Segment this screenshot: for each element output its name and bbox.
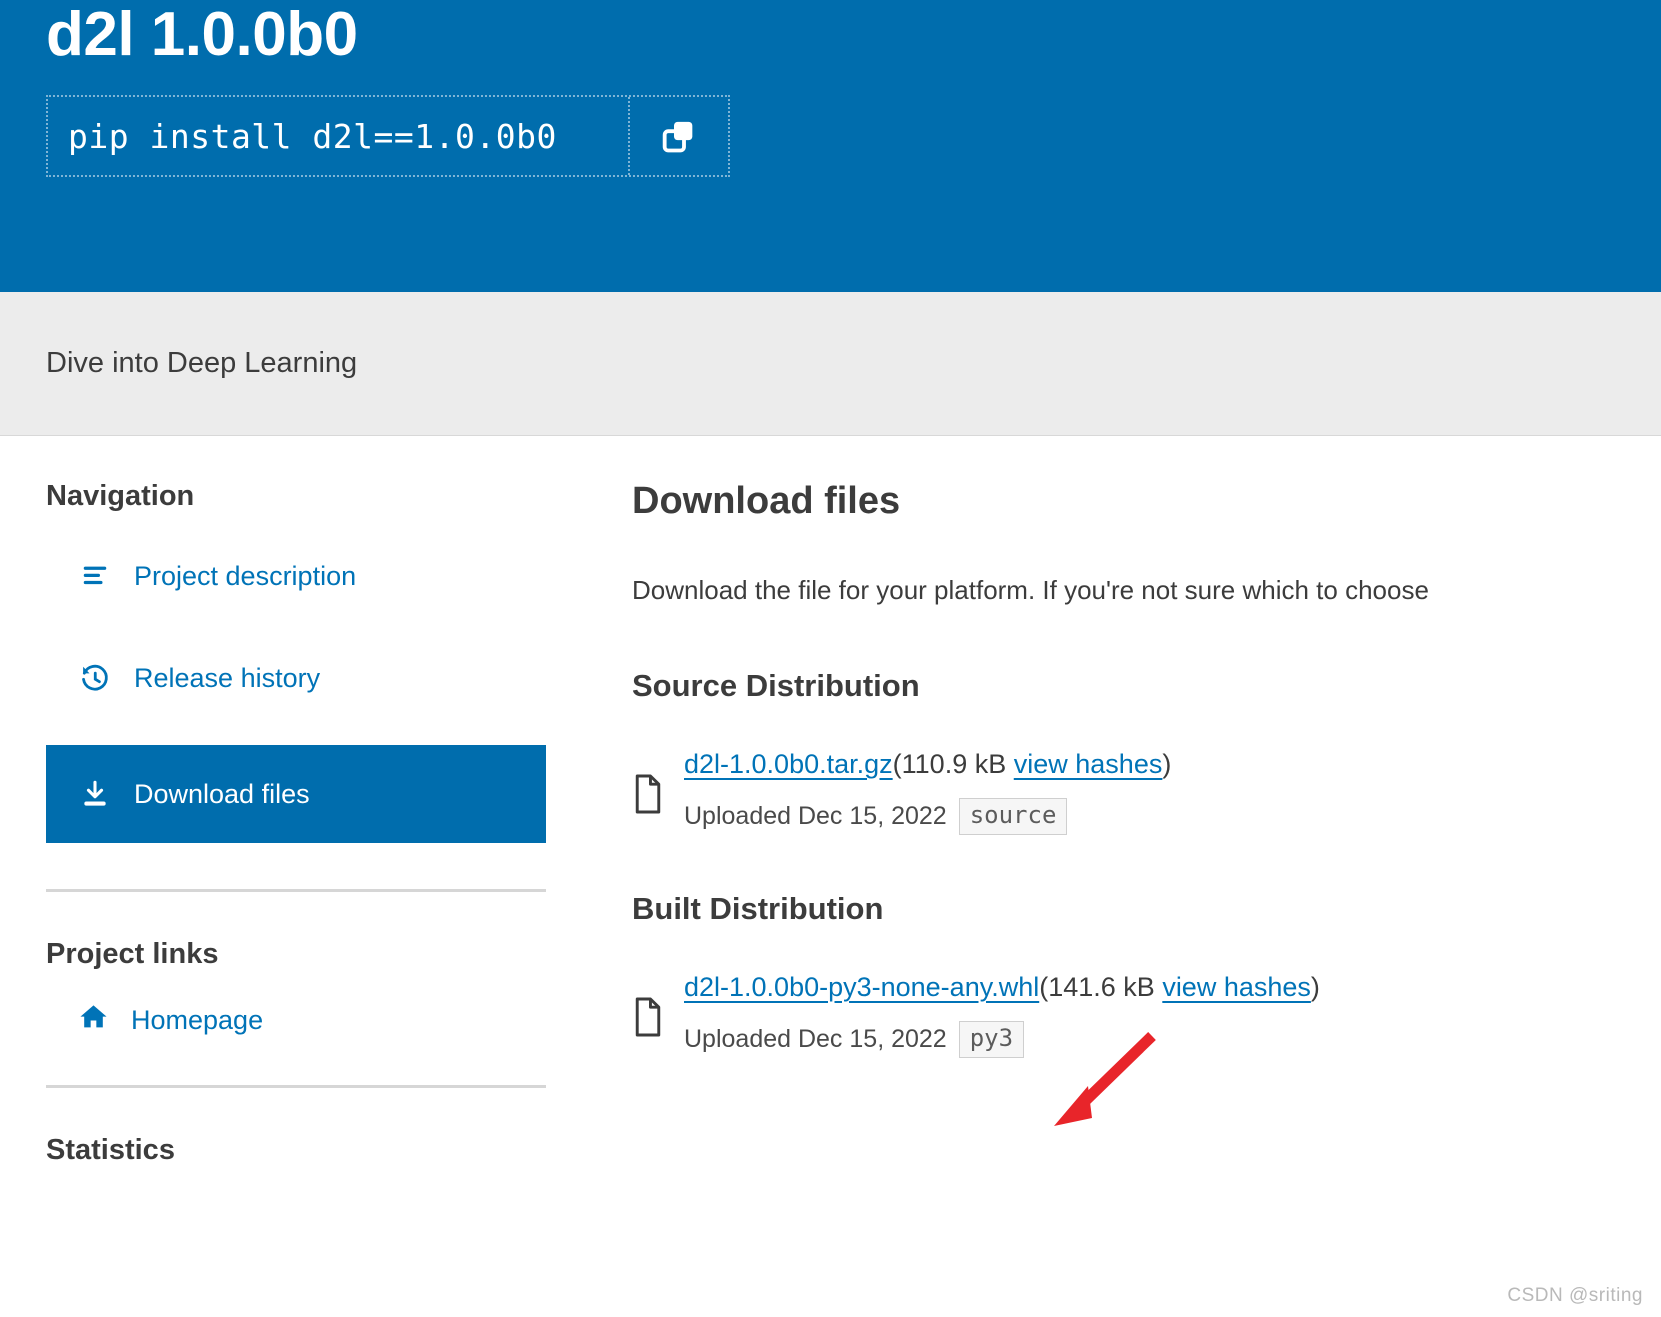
list-lines-icon-glyph	[83, 566, 107, 585]
navigation-heading: Navigation	[46, 480, 195, 512]
view-hashes-link[interactable]: view hashes	[1162, 972, 1311, 1002]
file-icon-glyph	[635, 774, 661, 814]
sidebar-divider-2	[46, 1085, 546, 1088]
status-badge: py3	[958, 1021, 1025, 1058]
list-lines-icon	[78, 561, 112, 591]
download-icon	[78, 778, 112, 810]
upload-meta: Uploaded Dec 15, 2022 py3	[684, 1021, 1661, 1058]
download-description: Download the file for your platform. If …	[632, 575, 1429, 605]
sidebar-item-download-files[interactable]: Download files	[46, 745, 546, 843]
file-details: d2l-1.0.0b0-py3-none-any.whl(141.6 kB vi…	[684, 969, 1661, 1058]
file-entry: d2l-1.0.0b0-py3-none-any.whl(141.6 kB vi…	[632, 969, 1661, 1058]
built-distribution-section: Built Distribution d2l-1.0.0b0-py3-none-…	[632, 891, 1661, 1058]
paren-close: )	[1162, 749, 1172, 779]
history-clock-icon-glyph	[82, 664, 108, 691]
sidebar-item-label: Download files	[134, 778, 310, 809]
sidebar-item-release-history[interactable]: Release history	[46, 643, 592, 713]
statistics-heading: Statistics	[46, 1134, 175, 1166]
file-size: 141.6 kB	[1048, 971, 1155, 1002]
package-summary: Dive into Deep Learning	[46, 347, 358, 379]
view-hashes-link[interactable]: view hashes	[1014, 749, 1163, 779]
upload-date: Uploaded Dec 15, 2022	[684, 802, 947, 831]
paren-close: )	[1310, 971, 1320, 1002]
section-heading: Source Distribution	[632, 668, 920, 703]
file-line: d2l-1.0.0b0-py3-none-any.whl(141.6 kB vi…	[684, 969, 1661, 1005]
pip-install-command[interactable]: pip install d2l==1.0.0b0	[48, 97, 628, 175]
watermark: CSDN @sriting	[1507, 1285, 1643, 1306]
package-summary-bar: Dive into Deep Learning	[0, 292, 1661, 436]
home-icon-glyph	[80, 1005, 107, 1028]
copy-icon[interactable]	[630, 97, 728, 175]
sidebar-divider	[46, 889, 546, 892]
sidebar-item-project-description[interactable]: Project description	[46, 541, 592, 611]
home-icon	[78, 1001, 109, 1039]
file-line: d2l-1.0.0b0.tar.gz(110.9 kB view hashes)	[684, 746, 1661, 782]
project-link-label: Homepage	[131, 1004, 264, 1035]
file-details: d2l-1.0.0b0.tar.gz(110.9 kB view hashes)…	[684, 746, 1661, 835]
upload-date: Uploaded Dec 15, 2022	[684, 1024, 947, 1053]
file-icon-glyph	[635, 997, 661, 1037]
file-size: 110.9 kB	[901, 749, 1007, 779]
project-link-homepage[interactable]: Homepage	[46, 1001, 592, 1039]
sidebar-item-label: Project description	[134, 560, 357, 591]
main-content: Download files Download the file for you…	[620, 480, 1661, 1195]
section-heading: Built Distribution	[632, 890, 884, 926]
file-icon	[632, 969, 666, 1042]
pip-install-widget: pip install d2l==1.0.0b0	[46, 95, 730, 178]
source-distribution-section: Source Distribution d2l-1.0.0b0.tar.gz(1…	[632, 668, 1661, 835]
sidebar: Navigation Project description Release h…	[0, 480, 620, 1195]
package-title: d2l 1.0.0b0	[46, 0, 358, 69]
page-body: Navigation Project description Release h…	[0, 436, 1661, 1195]
copy-icon-glyph	[662, 121, 693, 153]
sidebar-item-label: Release history	[134, 662, 321, 693]
paren-open: (	[892, 749, 902, 779]
navigation-list: Project description Release history Down…	[46, 541, 592, 843]
package-banner: d2l 1.0.0b0 pip install d2l==1.0.0b0	[0, 0, 1661, 292]
project-links-heading: Project links	[46, 938, 219, 970]
page-title: Download files	[632, 480, 901, 522]
download-link[interactable]: d2l-1.0.0b0-py3-none-any.whl	[684, 972, 1039, 1002]
file-icon	[632, 746, 666, 819]
upload-meta: Uploaded Dec 15, 2022 source	[684, 798, 1661, 835]
paren-open: (	[1039, 971, 1049, 1002]
download-icon-glyph	[84, 780, 106, 806]
file-entry: d2l-1.0.0b0.tar.gz(110.9 kB view hashes)…	[632, 746, 1661, 835]
download-link[interactable]: d2l-1.0.0b0.tar.gz	[684, 749, 893, 779]
status-badge: source	[958, 798, 1068, 835]
history-clock-icon	[78, 662, 112, 694]
